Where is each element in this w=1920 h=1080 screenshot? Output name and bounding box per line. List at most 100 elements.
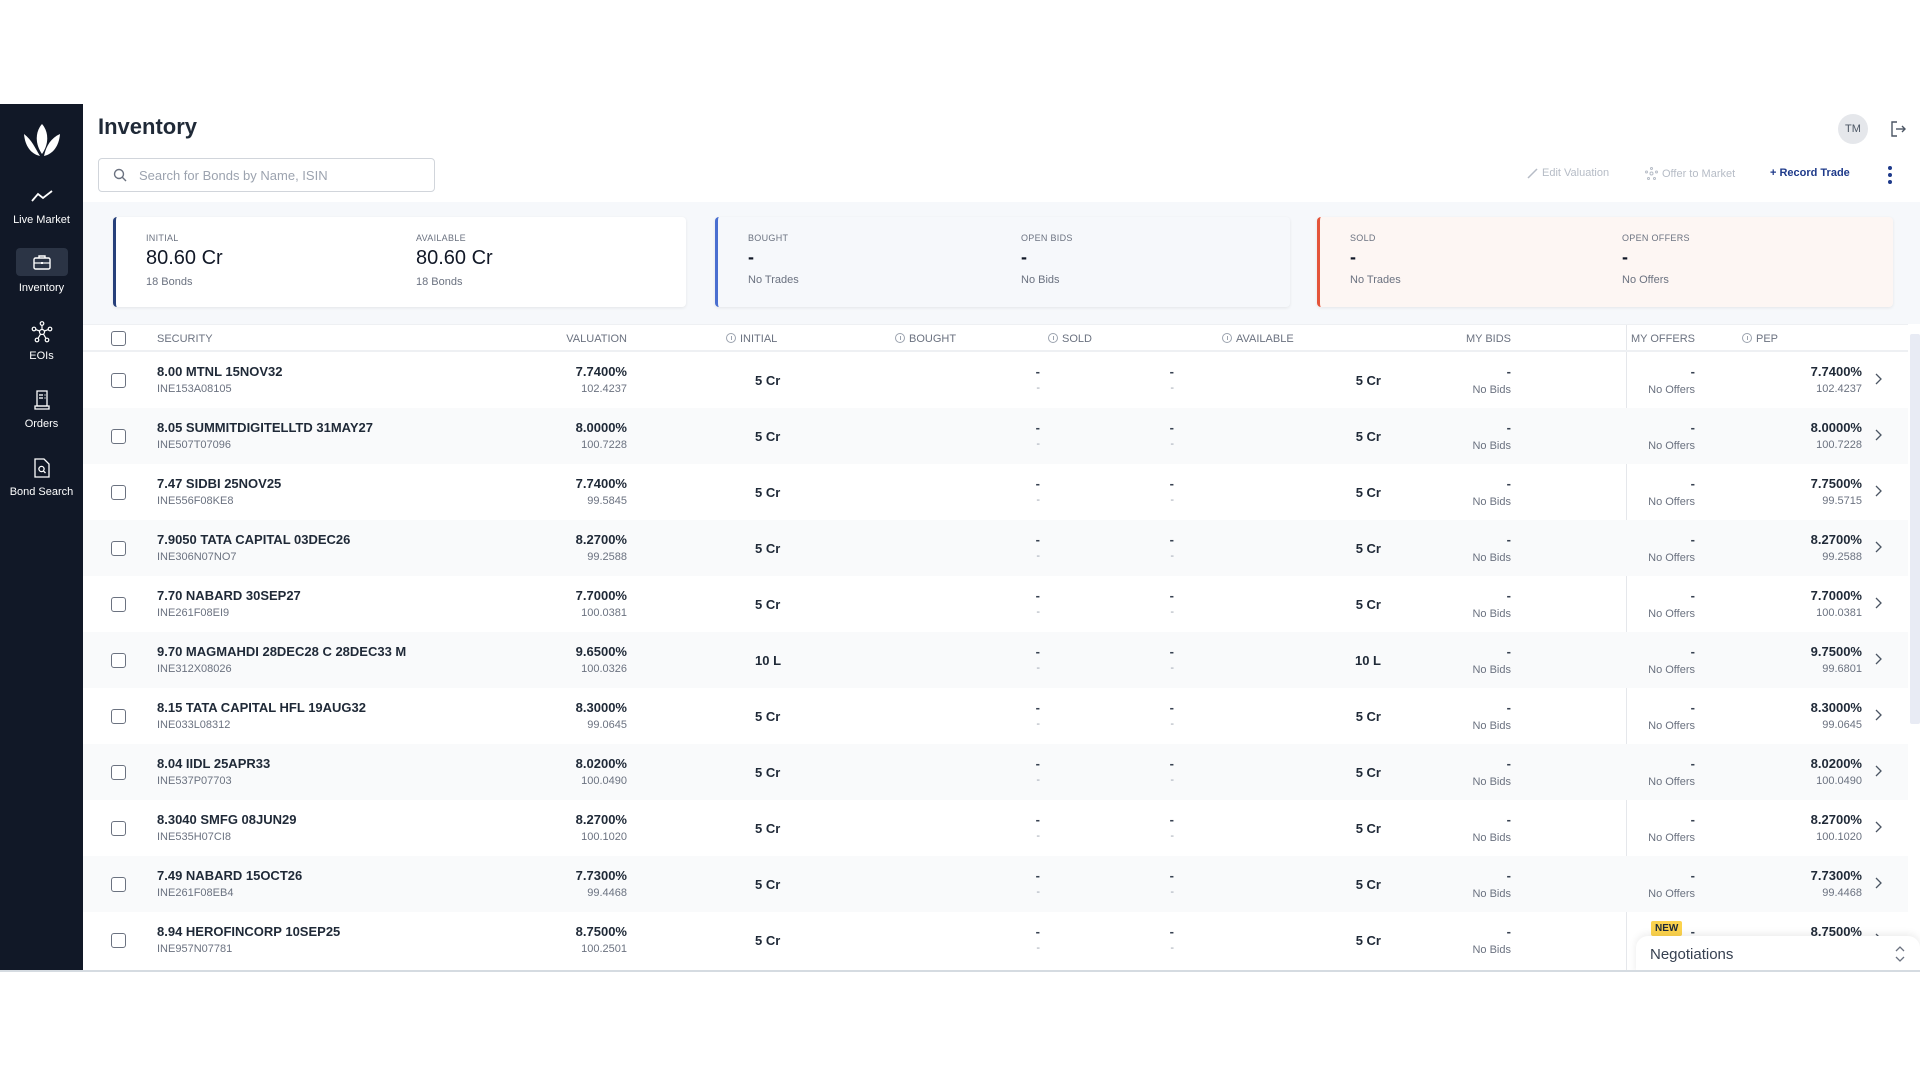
search-input[interactable] [139, 167, 419, 183]
chevron-right-icon[interactable] [1873, 820, 1883, 834]
sidebar-item-eois[interactable]: EOIs [0, 320, 83, 362]
initial-qty: 10 L [755, 653, 782, 668]
table-row[interactable]: 8.94 HEROFINCORP 10SEP25 INE957N07781 8.… [83, 912, 1908, 968]
chevron-right-icon[interactable] [1873, 652, 1883, 666]
col-valuation[interactable]: VALUATION [566, 333, 627, 345]
info-icon[interactable] [895, 333, 905, 343]
sold-value: - [1169, 476, 1174, 491]
table-scrollbar[interactable] [1908, 324, 1920, 970]
security-name: 8.04 IIDL 25APR33 [157, 756, 271, 771]
col-security[interactable]: SECURITY [157, 333, 213, 345]
chevron-right-icon[interactable] [1873, 372, 1883, 386]
row-checkbox[interactable] [111, 485, 126, 500]
info-icon[interactable] [726, 333, 736, 343]
table-row[interactable]: 8.00 MTNL 15NOV32 INE153A08105 7.7400% 1… [83, 352, 1908, 408]
row-checkbox[interactable] [111, 541, 126, 556]
table-row[interactable]: 8.3040 SMFG 08JUN29 INE535H07CI8 8.2700%… [83, 800, 1908, 856]
briefcase-icon [15, 248, 68, 276]
table-row[interactable]: 8.05 SUMMITDIGITELLTD 31MAY27 INE507T070… [83, 408, 1908, 464]
my-offers-sub: No Offers [1648, 720, 1695, 732]
sidebar-item-bond-search[interactable]: Bond Search [0, 456, 83, 498]
col-my-bids[interactable]: MY BIDS [1466, 333, 1511, 345]
row-checkbox[interactable] [111, 429, 126, 444]
record-trade-button[interactable]: + Record Trade [1770, 167, 1850, 179]
row-checkbox[interactable] [111, 597, 126, 612]
search-icon [113, 168, 127, 182]
pep-price: 99.0645 [1822, 719, 1862, 731]
sold-sub: - [1170, 382, 1174, 394]
row-checkbox[interactable] [111, 373, 126, 388]
valuation-price: 99.5845 [587, 495, 627, 507]
my-bids-sub: No Bids [1472, 832, 1511, 844]
row-checkbox[interactable] [111, 709, 126, 724]
info-icon[interactable] [1222, 333, 1232, 343]
available-qty: 5 Cr [1355, 373, 1381, 388]
bought-sub: - [1036, 382, 1040, 394]
chevron-right-icon[interactable] [1873, 484, 1883, 498]
col-bought[interactable]: BOUGHT [895, 333, 956, 345]
sold-value: - [1169, 420, 1174, 435]
scrollbar-thumb[interactable] [1910, 334, 1920, 724]
row-checkbox[interactable] [111, 765, 126, 780]
chevron-right-icon[interactable] [1873, 876, 1883, 890]
table-row[interactable]: 7.9050 TATA CAPITAL 03DEC26 INE306N07NO7… [83, 520, 1908, 576]
my-offers-value: - [1690, 420, 1695, 435]
my-bids-value: - [1506, 812, 1511, 827]
pep-yield: 8.2700% [1810, 812, 1862, 827]
my-bids-value: - [1506, 476, 1511, 491]
row-checkbox[interactable] [111, 933, 126, 948]
col-sold[interactable]: SOLD [1048, 333, 1092, 345]
logout-icon[interactable] [1889, 120, 1907, 138]
table-row[interactable]: 7.47 SIDBI 25NOV25 INE556F08KE8 7.7400% … [83, 464, 1908, 520]
edit-valuation-button[interactable]: Edit Valuation [1527, 167, 1609, 179]
negotiations-panel[interactable]: Negotiations [1636, 936, 1920, 970]
available-qty: 5 Cr [1355, 709, 1381, 724]
sidebar-item-orders[interactable]: Orders [0, 388, 83, 430]
col-my-offers[interactable]: MY OFFERS [1631, 333, 1695, 345]
more-options-icon[interactable] [1886, 166, 1894, 184]
col-initial[interactable]: INITIAL [726, 333, 777, 345]
receipt-icon [24, 388, 60, 412]
offer-to-market-button[interactable]: Offer to Market [1645, 167, 1735, 180]
row-checkbox[interactable] [111, 821, 126, 836]
sold-value: - [1169, 700, 1174, 715]
table-row[interactable]: 8.04 IIDL 25APR33 INE537P07703 8.0200% 1… [83, 744, 1908, 800]
chevron-right-icon[interactable] [1873, 708, 1883, 722]
valuation-price: 100.1020 [581, 831, 627, 843]
expand-collapse-icon[interactable] [1894, 942, 1906, 966]
summary-card-initial: INITIAL 80.60 Cr 18 Bonds AVAILABLE 80.6… [113, 217, 686, 307]
sidebar-item-live-market[interactable]: Live Market [0, 184, 83, 226]
pep-yield: 7.7400% [1810, 364, 1862, 379]
col-pep[interactable]: PEP [1742, 333, 1778, 345]
pep-price: 99.4468 [1822, 887, 1862, 899]
chevron-right-icon[interactable] [1873, 428, 1883, 442]
my-offers-value: - [1690, 868, 1695, 883]
chevron-right-icon[interactable] [1873, 540, 1883, 554]
security-name: 8.94 HEROFINCORP 10SEP25 [157, 924, 341, 939]
table-row[interactable]: 9.70 MAGMAHDI 28DEC28 C 28DEC33 M INE312… [83, 632, 1908, 688]
info-icon[interactable] [1742, 333, 1752, 343]
table-row[interactable]: 8.15 TATA CAPITAL HFL 19AUG32 INE033L083… [83, 688, 1908, 744]
search-box[interactable] [98, 158, 435, 192]
row-checkbox[interactable] [111, 877, 126, 892]
col-available[interactable]: AVAILABLE [1222, 333, 1294, 345]
table-row[interactable]: 7.49 NABARD 15OCT26 INE261F08EB4 7.7300%… [83, 856, 1908, 912]
pep-yield: 7.7000% [1810, 588, 1862, 603]
sidebar-item-inventory[interactable]: Inventory [0, 248, 83, 294]
row-checkbox[interactable] [111, 653, 126, 668]
lotus-logo-icon[interactable] [21, 120, 63, 160]
chevron-right-icon[interactable] [1873, 764, 1883, 778]
app-frame: Live Market Inventory EOIs Orders Bond S [0, 104, 1920, 972]
sidebar-item-label: Bond Search [9, 486, 74, 498]
select-all-checkbox[interactable] [111, 331, 126, 346]
valuation-yield: 9.6500% [575, 644, 627, 659]
sold-value: - [1169, 924, 1174, 939]
info-icon[interactable] [1048, 333, 1058, 343]
table-row[interactable]: 7.70 NABARD 30SEP27 INE261F08EI9 7.7000%… [83, 576, 1908, 632]
summary-card-bought: BOUGHT - No Trades OPEN BIDS - No Bids [715, 217, 1290, 307]
initial-qty: 5 Cr [755, 933, 781, 948]
stat-open-offers: OPEN OFFERS - No Offers [1622, 233, 1690, 286]
chevron-right-icon[interactable] [1873, 596, 1883, 610]
valuation-yield: 7.7400% [575, 364, 627, 379]
user-avatar[interactable]: TM [1838, 114, 1868, 144]
